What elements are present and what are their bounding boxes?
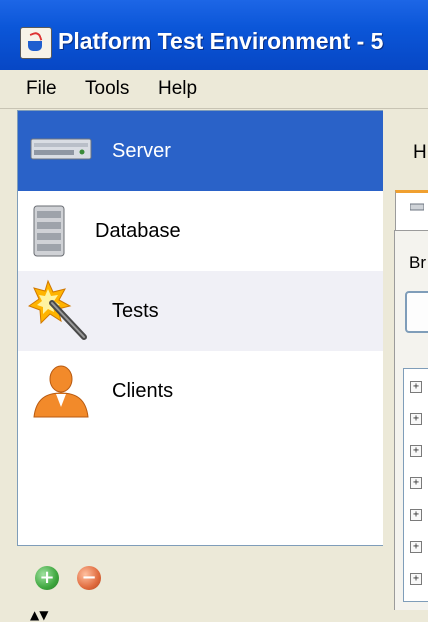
panel-splitter[interactable] [383,110,391,610]
database-icon [33,205,65,257]
detail-field[interactable] [405,291,428,333]
tree-expand-icon[interactable]: + [410,573,422,585]
server-icon [30,138,92,160]
tree-expand-icon[interactable]: + [410,541,422,553]
nav-item-clients[interactable]: Clients [18,351,384,431]
nav-label-database: Database [95,220,181,242]
tree-expand-icon[interactable]: + [410,445,422,457]
tree-expand-icon[interactable]: + [410,413,422,425]
menu-tools[interactable]: Tools [85,78,129,100]
detail-tab-label[interactable]: Br [409,253,426,273]
nav-label-clients: Clients [112,380,174,402]
tab-server-icon [410,203,424,211]
magic-wand-icon [28,279,87,340]
remove-button[interactable]: − [77,566,101,590]
detail-header: H [413,142,427,163]
tree-expand-icon[interactable]: + [410,381,422,393]
java-app-icon [20,27,52,59]
tree-view[interactable]: + + + + + + + [403,368,428,602]
plus-icon: + [39,567,55,588]
nav-item-tests[interactable]: Tests [18,271,384,351]
tree-expand-icon[interactable]: + [410,509,422,521]
menu-help[interactable]: Help [158,78,197,100]
window-title: Platform Test Environment - 5 [58,28,384,54]
navigation-panel: Server Database Tests Clients [17,110,385,546]
nav-label-server: Server [112,140,171,162]
person-icon [33,365,89,418]
minus-icon: − [81,567,97,588]
nav-item-database[interactable]: Database [18,191,384,271]
nav-item-server[interactable]: Server [18,111,384,191]
detail-panel: H Br + + + + + + + [391,110,428,610]
nav-label-tests: Tests [112,300,159,322]
tab-active[interactable] [395,190,428,232]
menu-file[interactable]: File [26,78,57,100]
menu-bar: File Tools Help [0,70,428,109]
tree-expand-icon[interactable]: + [410,477,422,489]
add-button[interactable]: + [35,566,59,590]
window-titlebar[interactable]: Platform Test Environment - 5 [0,0,428,71]
nav-toolbar: + − [17,546,383,606]
